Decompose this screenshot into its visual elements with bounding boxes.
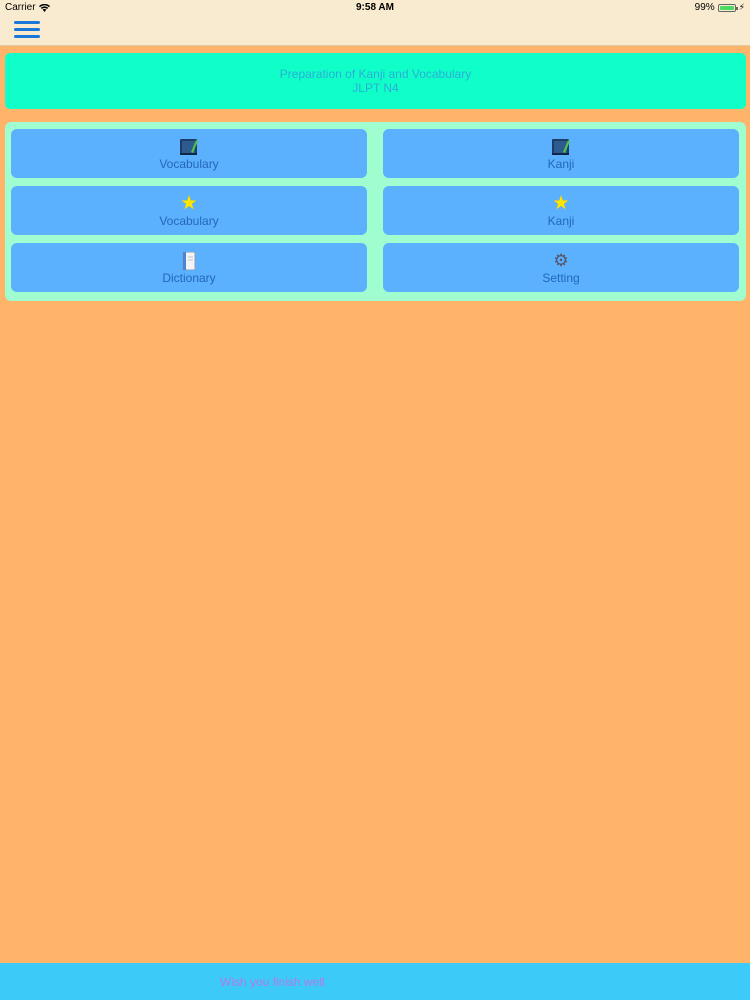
- kanji-favorites-label: Kanji: [547, 214, 575, 228]
- header-subtitle: JLPT N4: [352, 81, 399, 95]
- dictionary-icon: [182, 252, 196, 270]
- setting-label: Setting: [542, 271, 580, 285]
- vocabulary-favorites-label: Vocabulary: [159, 214, 219, 228]
- study-book-icon: [180, 139, 198, 155]
- kanji-study-button[interactable]: Kanji: [383, 129, 739, 178]
- study-book-icon: [552, 139, 570, 155]
- battery-tip: [735, 6, 738, 10]
- battery-icon: [717, 3, 738, 12]
- menu-panel: Vocabulary Kanji ★ Vocabulary ★ Kanji Di…: [5, 122, 746, 301]
- battery-percent: 99%: [694, 2, 715, 13]
- vocabulary-study-label: Vocabulary: [159, 157, 219, 171]
- dictionary-button[interactable]: Dictionary: [11, 243, 367, 292]
- clock: 9:58 AM: [356, 2, 394, 13]
- footer-message: Wish you finish well: [220, 975, 325, 989]
- header-title: Preparation of Kanji and Vocabulary: [279, 67, 472, 81]
- star-icon: ★: [180, 193, 198, 214]
- status-bar: Carrier 9:58 AM 99% ⚡: [0, 0, 750, 16]
- star-icon: ★: [552, 193, 570, 214]
- vocabulary-favorites-button[interactable]: ★ Vocabulary: [11, 186, 367, 235]
- battery-fill: [719, 5, 734, 10]
- dictionary-label: Dictionary: [162, 271, 216, 285]
- setting-button[interactable]: ⚙ Setting: [383, 243, 739, 292]
- header-banner: Preparation of Kanji and Vocabulary JLPT…: [5, 53, 746, 109]
- charging-icon: ⚡: [738, 2, 745, 12]
- hamburger-menu-icon[interactable]: [14, 21, 40, 41]
- vocabulary-study-button[interactable]: Vocabulary: [11, 129, 367, 178]
- kanji-favorites-button[interactable]: ★ Kanji: [383, 186, 739, 235]
- status-right: 99% ⚡: [695, 2, 745, 13]
- kanji-study-label: Kanji: [547, 157, 575, 171]
- gear-icon: ⚙: [553, 251, 569, 270]
- nav-bar: [0, 16, 750, 46]
- footer-bar: Wish you finish well: [0, 963, 750, 1000]
